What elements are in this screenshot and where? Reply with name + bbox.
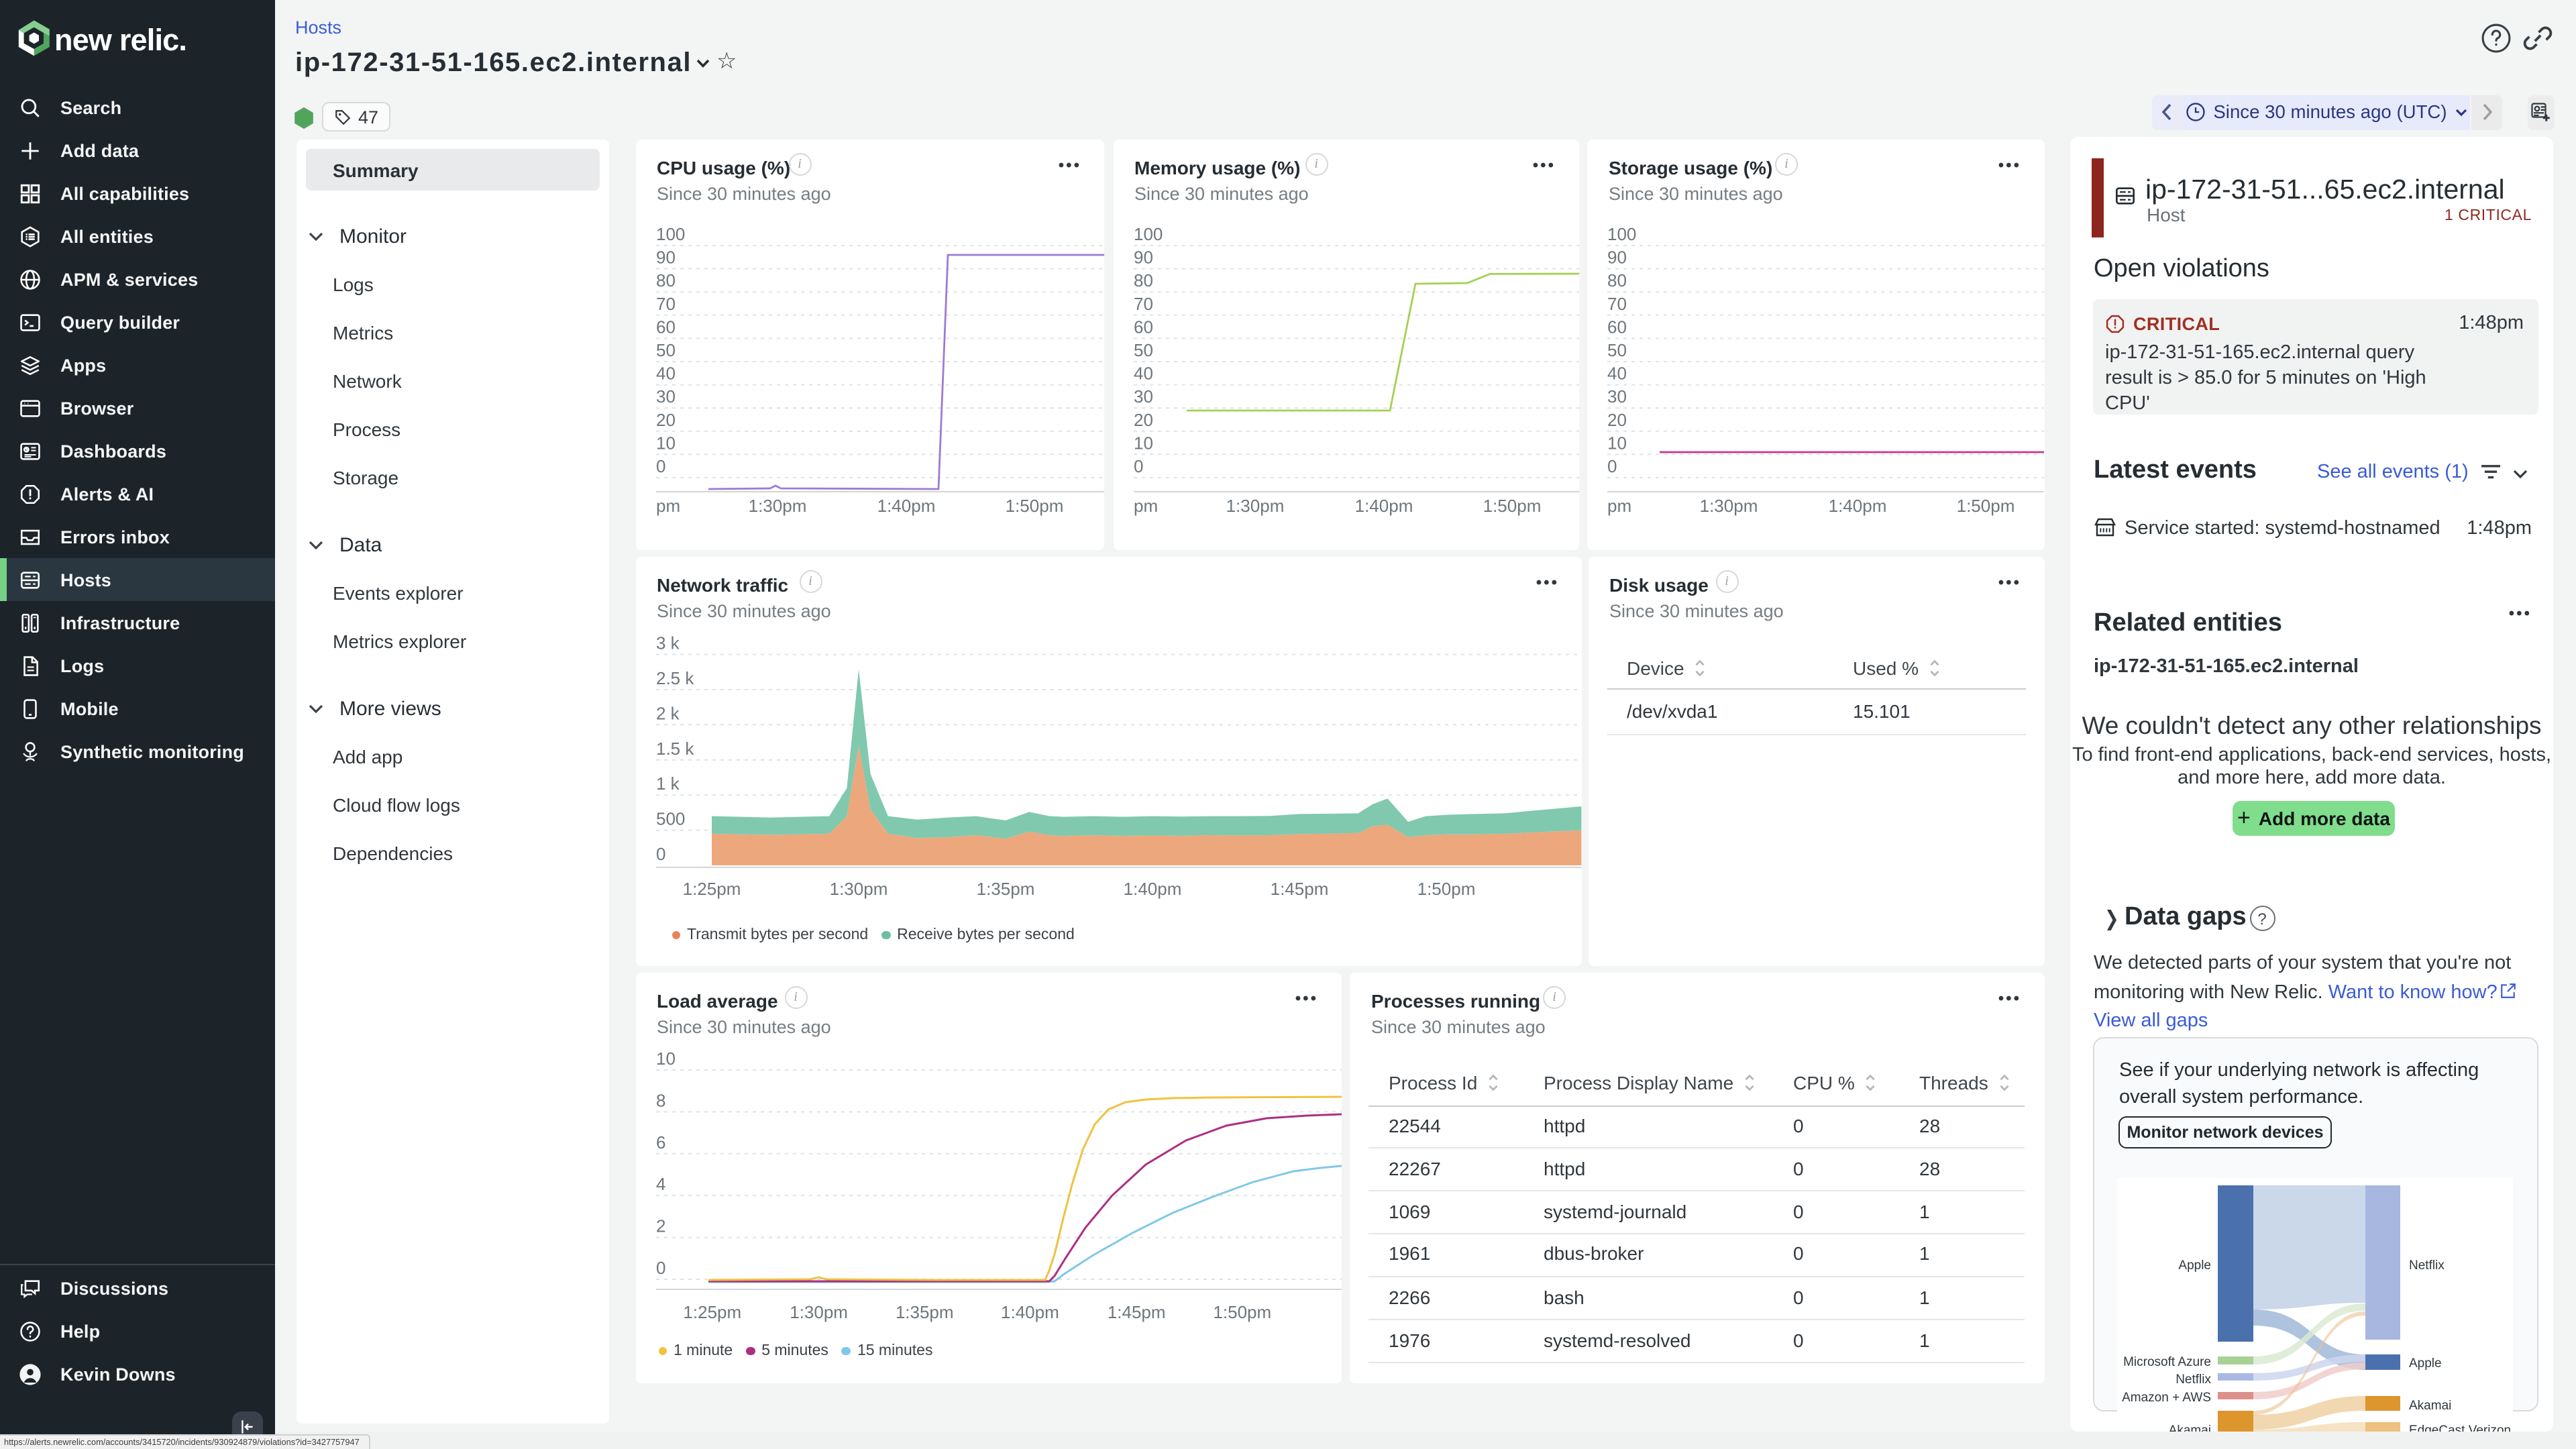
svg-text:90: 90 bbox=[1607, 248, 1627, 268]
svg-text:Netflix: Netflix bbox=[2409, 1258, 2445, 1273]
svg-text:1:40pm: 1:40pm bbox=[1354, 496, 1413, 516]
svg-text:50: 50 bbox=[1133, 340, 1152, 360]
svg-text:100: 100 bbox=[655, 224, 684, 244]
svg-text:Akamai: Akamai bbox=[2409, 1399, 2451, 1413]
svg-text:40: 40 bbox=[1133, 364, 1152, 384]
svg-text:1:50pm: 1:50pm bbox=[1212, 1301, 1271, 1322]
svg-text:70: 70 bbox=[655, 294, 675, 314]
svg-text:90: 90 bbox=[1133, 248, 1152, 268]
svg-text:20: 20 bbox=[655, 410, 675, 430]
svg-text:1:35pm: 1:35pm bbox=[976, 879, 1034, 899]
svg-text:2.5 k: 2.5 k bbox=[655, 668, 694, 688]
svg-text:EdgeCast Verizon: EdgeCast Verizon bbox=[2409, 1424, 2511, 1431]
svg-text:50: 50 bbox=[655, 340, 675, 360]
svg-text:1:40pm: 1:40pm bbox=[877, 496, 935, 516]
svg-text:pm: pm bbox=[1133, 496, 1157, 516]
svg-text:20: 20 bbox=[1133, 410, 1152, 430]
svg-text:4: 4 bbox=[655, 1173, 665, 1193]
svg-text:3 k: 3 k bbox=[655, 633, 680, 653]
svg-text:1:35pm: 1:35pm bbox=[895, 1301, 953, 1322]
svg-text:30: 30 bbox=[1133, 386, 1152, 407]
svg-text:1:25pm: 1:25pm bbox=[682, 1301, 741, 1322]
svg-text:70: 70 bbox=[1607, 294, 1627, 314]
svg-text:1:50pm: 1:50pm bbox=[1005, 496, 1063, 516]
svg-text:60: 60 bbox=[655, 317, 675, 337]
svg-text:90: 90 bbox=[655, 248, 675, 268]
svg-text:Akamai: Akamai bbox=[2169, 1424, 2211, 1431]
svg-text:0: 0 bbox=[1607, 456, 1617, 476]
svg-text:1:30pm: 1:30pm bbox=[829, 879, 888, 899]
svg-text:0: 0 bbox=[655, 456, 665, 476]
svg-text:30: 30 bbox=[1607, 386, 1627, 407]
svg-text:80: 80 bbox=[655, 270, 675, 290]
svg-text:Apple: Apple bbox=[2409, 1356, 2442, 1371]
svg-text:30: 30 bbox=[655, 386, 675, 407]
svg-text:1:50pm: 1:50pm bbox=[1417, 879, 1475, 899]
svg-text:60: 60 bbox=[1607, 317, 1627, 337]
svg-text:100: 100 bbox=[1133, 224, 1162, 244]
svg-text:10: 10 bbox=[655, 1048, 675, 1068]
svg-text:1:50pm: 1:50pm bbox=[1483, 496, 1541, 516]
svg-text:1:30pm: 1:30pm bbox=[789, 1301, 847, 1322]
svg-text:1:25pm: 1:25pm bbox=[682, 879, 741, 899]
svg-text:1:45pm: 1:45pm bbox=[1270, 879, 1328, 899]
svg-text:40: 40 bbox=[1607, 364, 1627, 384]
svg-text:2: 2 bbox=[655, 1216, 665, 1236]
svg-text:2 k: 2 k bbox=[655, 703, 680, 723]
svg-text:1.5 k: 1.5 k bbox=[655, 739, 694, 759]
svg-text:70: 70 bbox=[1133, 294, 1152, 314]
svg-text:80: 80 bbox=[1133, 270, 1152, 290]
svg-text:Microsoft Azure: Microsoft Azure bbox=[2123, 1355, 2211, 1369]
svg-text:Amazon + AWS: Amazon + AWS bbox=[2122, 1391, 2211, 1405]
svg-text:new relic.: new relic. bbox=[54, 23, 186, 57]
svg-text:10: 10 bbox=[1133, 433, 1152, 453]
svg-text:1:45pm: 1:45pm bbox=[1107, 1301, 1165, 1322]
svg-text:50: 50 bbox=[1607, 340, 1627, 360]
svg-text:10: 10 bbox=[1607, 433, 1627, 453]
svg-text:Apple: Apple bbox=[2178, 1258, 2211, 1273]
svg-text:8: 8 bbox=[655, 1089, 665, 1110]
svg-text:10: 10 bbox=[655, 433, 675, 453]
svg-text:80: 80 bbox=[1607, 270, 1627, 290]
svg-text:500: 500 bbox=[655, 809, 684, 829]
svg-text:40: 40 bbox=[655, 364, 675, 384]
svg-text:1:40pm: 1:40pm bbox=[1829, 496, 1887, 516]
svg-text:1:30pm: 1:30pm bbox=[1226, 496, 1284, 516]
svg-text:1:30pm: 1:30pm bbox=[1700, 496, 1758, 516]
svg-text:0: 0 bbox=[655, 844, 665, 864]
svg-text:1 k: 1 k bbox=[655, 773, 680, 794]
svg-text:0: 0 bbox=[655, 1257, 665, 1277]
svg-text:pm: pm bbox=[1607, 496, 1631, 516]
svg-text:1:50pm: 1:50pm bbox=[1957, 496, 2015, 516]
svg-text:0: 0 bbox=[1133, 456, 1142, 476]
svg-text:Netflix: Netflix bbox=[2176, 1373, 2211, 1387]
svg-text:1:40pm: 1:40pm bbox=[1123, 879, 1181, 899]
svg-text:100: 100 bbox=[1607, 224, 1636, 244]
svg-text:pm: pm bbox=[655, 496, 680, 516]
svg-text:1:30pm: 1:30pm bbox=[748, 496, 806, 516]
svg-text:20: 20 bbox=[1607, 410, 1627, 430]
svg-text:1:40pm: 1:40pm bbox=[1000, 1301, 1059, 1322]
svg-text:60: 60 bbox=[1133, 317, 1152, 337]
svg-text:6: 6 bbox=[655, 1132, 665, 1152]
